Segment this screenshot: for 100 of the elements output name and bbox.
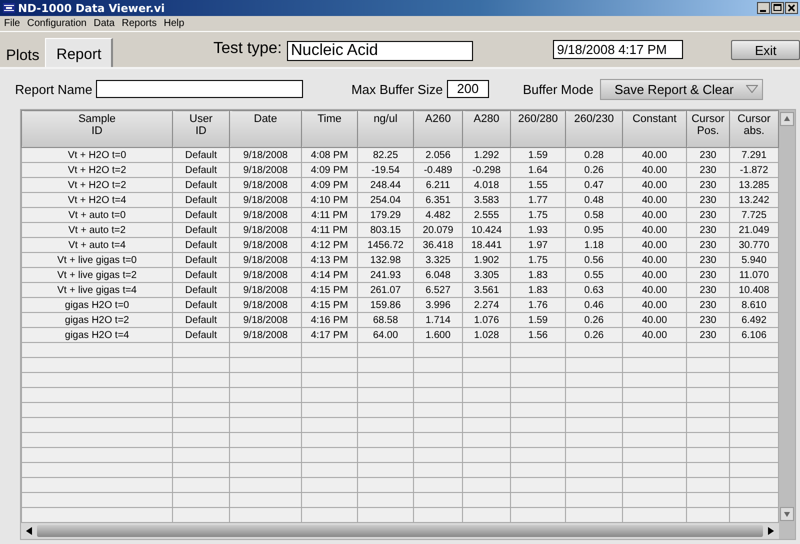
table-cell: 40.00: [622, 328, 686, 342]
table-cell: 1.83: [510, 268, 566, 282]
table-cell: 40.00: [622, 238, 686, 252]
buffer-mode-dropdown[interactable]: Save Report & Clear: [600, 78, 764, 100]
column-header[interactable]: Sample ID: [22, 110, 172, 148]
table-cell: 230: [686, 268, 730, 282]
close-icon[interactable]: [785, 2, 798, 14]
table-cell: 0.63: [566, 282, 622, 298]
date-time-field: 9/18/2008 4:17 PM: [552, 40, 684, 59]
table-cell: -19.54: [358, 162, 414, 178]
table-cell: 4.018: [462, 178, 510, 192]
vertical-scrollbar[interactable]: [779, 110, 795, 539]
table-cell: 2.555: [462, 208, 510, 222]
table-cell: 9/18/2008: [230, 192, 302, 208]
table-cell: 64.00: [358, 328, 414, 342]
minimize-icon[interactable]: [757, 2, 770, 14]
table-cell: Vt + H2O t=0: [22, 148, 172, 162]
table-cell: 179.29: [358, 208, 414, 222]
table-cell: 1.55: [510, 178, 566, 192]
column-header[interactable]: Date: [230, 110, 302, 148]
table-cell: 0.26: [566, 162, 622, 178]
table-cell: 40.00: [622, 208, 686, 222]
table-cell: 1.77: [510, 192, 566, 208]
test-type-field[interactable]: Nucleic Acid: [286, 41, 473, 61]
table-cell: 1.714: [414, 312, 462, 328]
table-cell: Default: [172, 208, 230, 222]
table-cell: 230: [686, 328, 730, 342]
menu-item[interactable]: File: [4, 18, 20, 29]
column-header[interactable]: ng/ul: [358, 110, 414, 148]
table-cell: 4:15 PM: [302, 298, 358, 312]
table-cell: 230: [686, 192, 730, 208]
table-cell: 4:16 PM: [302, 312, 358, 328]
table-cell: 3.325: [414, 252, 462, 268]
column-header[interactable]: Constant: [622, 110, 686, 148]
table-cell: 230: [686, 282, 730, 298]
table-cell: 4:12 PM: [302, 238, 358, 252]
menu-item[interactable]: Data: [94, 18, 115, 29]
menu-item[interactable]: Configuration: [27, 18, 87, 29]
horizontal-scrollbar[interactable]: [21, 523, 779, 539]
table-cell: 1.93: [510, 222, 566, 238]
column-header[interactable]: 260/280: [510, 110, 566, 148]
scroll-thumb[interactable]: [37, 525, 763, 537]
table-cell: 2.056: [414, 148, 462, 162]
table-cell: Default: [172, 178, 230, 192]
table-cell: 10.424: [462, 222, 510, 238]
table-cell: 1.902: [462, 252, 510, 268]
table-cell: Vt + live gigas t=2: [22, 268, 172, 282]
column-header[interactable]: Cursor abs.: [730, 110, 778, 148]
table-cell: 1456.72: [358, 238, 414, 252]
table-cell: Vt + live gigas t=0: [22, 252, 172, 268]
report-name-field[interactable]: [96, 80, 304, 98]
table-cell: Default: [172, 268, 230, 282]
tab[interactable]: Report: [45, 38, 114, 67]
test-type-label: Test type:: [213, 40, 282, 58]
maximize-icon[interactable]: [771, 2, 784, 14]
table-cell: 20.079: [414, 222, 462, 238]
table-cell: 248.44: [358, 178, 414, 192]
table-cell: 36.418: [414, 238, 462, 252]
table-cell: 1.75: [510, 252, 566, 268]
table-cell: 40.00: [622, 268, 686, 282]
table-cell: 40.00: [622, 162, 686, 178]
table-cell: 9/18/2008: [230, 328, 302, 342]
column-header[interactable]: A260: [414, 110, 462, 148]
table-cell: 230: [686, 298, 730, 312]
table-cell: 68.58: [358, 312, 414, 328]
report-name-label: Report Name: [15, 82, 92, 96]
table-cell: 4:09 PM: [302, 162, 358, 178]
table-cell: 3.305: [462, 268, 510, 282]
column-header[interactable]: 260/230: [566, 110, 622, 148]
exit-button[interactable]: Exit: [731, 40, 800, 60]
table-cell: 9/18/2008: [230, 162, 302, 178]
table-cell: 4:17 PM: [302, 328, 358, 342]
menu-item[interactable]: Help: [164, 18, 184, 29]
table-cell: gigas H2O t=2: [22, 312, 172, 328]
table-cell: 9/18/2008: [230, 282, 302, 298]
table-cell: 0.46: [566, 298, 622, 312]
table-cell: Default: [172, 238, 230, 252]
table-cell: 4:14 PM: [302, 268, 358, 282]
table-cell: 6.351: [414, 192, 462, 208]
table-cell: 9/18/2008: [230, 312, 302, 328]
table-cell: 0.26: [566, 328, 622, 342]
table-cell: Default: [172, 222, 230, 238]
table-cell: 40.00: [622, 192, 686, 208]
column-header[interactable]: Time: [302, 110, 358, 148]
column-header[interactable]: Cursor Pos.: [686, 110, 730, 148]
column-header[interactable]: A280: [462, 110, 510, 148]
table-cell: 1.292: [462, 148, 510, 162]
column-header[interactable]: User ID: [172, 110, 230, 148]
menu-item[interactable]: Reports: [122, 18, 157, 29]
table-cell: Vt + live gigas t=4: [22, 282, 172, 298]
table-cell: 0.26: [566, 312, 622, 328]
table-cell: Vt + auto t=0: [22, 208, 172, 222]
table-cell: Default: [172, 148, 230, 162]
table-cell: Vt + H2O t=2: [22, 162, 172, 178]
table-cell: 4:08 PM: [302, 148, 358, 162]
table-cell: 4.482: [414, 208, 462, 222]
table-cell: 230: [686, 148, 730, 162]
max-buffer-size-field[interactable]: 200: [446, 80, 489, 98]
table-cell: 9/18/2008: [230, 208, 302, 222]
table-cell: Default: [172, 298, 230, 312]
